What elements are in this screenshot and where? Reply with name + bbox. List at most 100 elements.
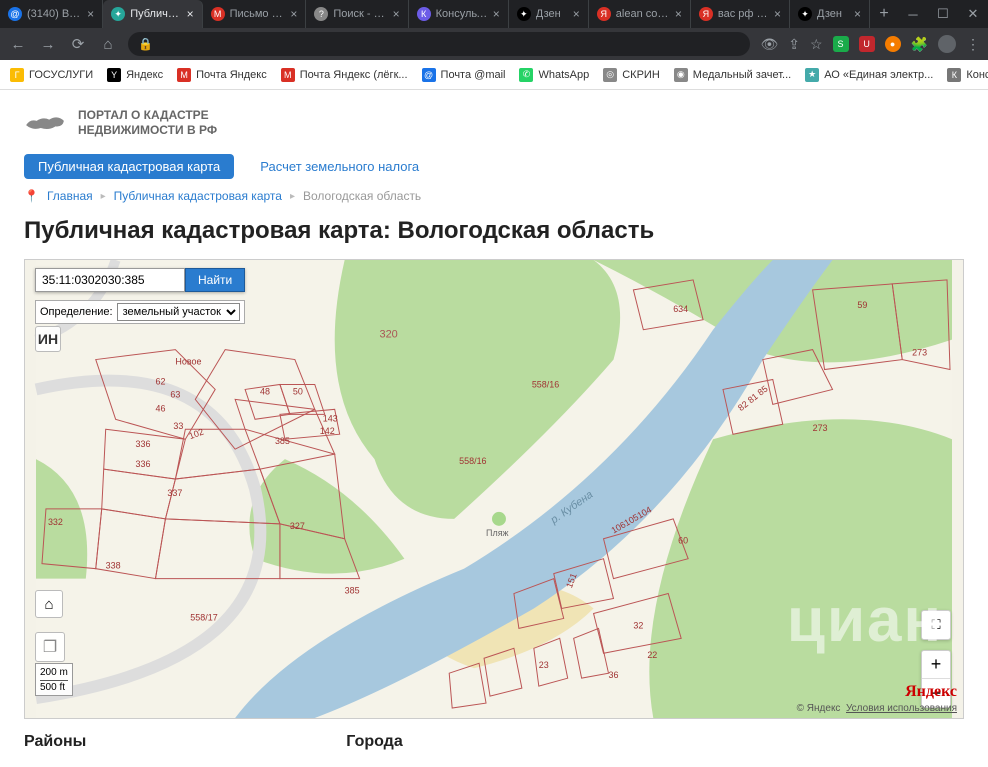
svg-text:338: 338	[106, 561, 121, 571]
back-button[interactable]: ←	[8, 36, 28, 53]
kebab-menu[interactable]: ⋮	[966, 36, 980, 53]
search-button[interactable]: Найти	[185, 268, 245, 292]
profile-avatar[interactable]	[938, 35, 956, 53]
nav-tax[interactable]: Расчет земельного налога	[246, 154, 433, 179]
terms-link[interactable]: Условия использования	[846, 703, 957, 714]
tab-favicon: ?	[314, 7, 328, 21]
breadcrumb: 📍 Главная ▸ Публичная кадастровая карта …	[24, 189, 964, 203]
tab-close-icon[interactable]: ×	[187, 7, 194, 21]
cities-heading: Города	[346, 733, 402, 751]
tab-close-icon[interactable]: ×	[854, 7, 861, 21]
map-info-button[interactable]: ИН	[35, 326, 61, 352]
tab-close-icon[interactable]: ×	[774, 7, 781, 21]
bookmark-label: Почта @mail	[441, 69, 506, 81]
address-bar[interactable]: 🔒	[128, 32, 750, 56]
svg-text:336: 336	[136, 459, 151, 469]
browser-tab[interactable]: ✦Публичн...×	[103, 0, 202, 28]
tab-label: Поиск - К...	[333, 8, 387, 20]
tab-label: Консульт...	[436, 8, 488, 20]
forward-button[interactable]: →	[38, 36, 58, 53]
bookmark-favicon: ★	[805, 68, 819, 82]
svg-text:336: 336	[136, 439, 151, 449]
eye-icon[interactable]: 👁	[760, 36, 778, 53]
bookmark-item[interactable]: MПочта Яндекс	[177, 68, 267, 82]
bookmark-item[interactable]: YЯндекс	[107, 68, 163, 82]
tab-close-icon[interactable]: ×	[675, 7, 682, 21]
extensions-icon[interactable]: 🧩	[911, 36, 928, 53]
portal-nav: Публичная кадастровая карта Расчет земел…	[24, 154, 964, 179]
page-content: ПОРТАЛ О КАДАСТРЕ НЕДВИЖИМОСТИ В РФ Публ…	[0, 90, 988, 763]
tab-favicon: @	[8, 7, 22, 21]
zoom-in-button[interactable]: +	[922, 651, 950, 679]
map-layers-button[interactable]: ❐	[35, 632, 65, 662]
home-button[interactable]: ⌂	[98, 36, 118, 53]
tab-close-icon[interactable]: ×	[393, 7, 400, 21]
svg-text:634: 634	[673, 304, 688, 314]
cadastral-map[interactable]: Новое 320 336 336 337 332 338 558/17 327…	[24, 259, 964, 719]
browser-tab[interactable]: MПисьмо «...×	[203, 0, 307, 28]
tab-close-icon[interactable]: ×	[493, 7, 500, 21]
bookmark-label: Почта Яндекс	[196, 69, 267, 81]
tab-label: Публичн...	[130, 8, 181, 20]
bookmark-item[interactable]: MПочта Яндекс (лёгк...	[281, 68, 408, 82]
svg-text:337: 337	[167, 488, 182, 498]
bookmark-label: ГОСУСЛУГИ	[29, 69, 93, 81]
bookmark-favicon: ✆	[519, 68, 533, 82]
svg-text:Новое: Новое	[175, 357, 201, 367]
browser-tab[interactable]: ✦Дзен×	[509, 0, 589, 28]
browser-tab[interactable]: Явас рф к...×	[691, 0, 790, 28]
nav-map[interactable]: Публичная кадастровая карта	[24, 154, 234, 179]
browser-tab[interactable]: ? Поиск - К... ×	[306, 0, 408, 28]
tab-close-icon[interactable]: ×	[290, 7, 297, 21]
portal-title: ПОРТАЛ О КАДАСТРЕ НЕДВИЖИМОСТИ В РФ	[78, 108, 217, 138]
yandex-logo: Яндекс	[905, 683, 957, 701]
browser-tab[interactable]: Яalean coll...×	[589, 0, 691, 28]
bookmark-item[interactable]: ◎СКРИН	[603, 68, 660, 82]
map-canvas[interactable]: Новое 320 336 336 337 332 338 558/17 327…	[25, 260, 963, 718]
bookmark-item[interactable]: @Почта @mail	[422, 68, 506, 82]
browser-tab[interactable]: @ (3140) Вх... ×	[0, 0, 103, 28]
definition-select[interactable]: земельный участок	[117, 303, 240, 321]
bookmark-item[interactable]: ✆ WhatsApp	[519, 68, 589, 82]
bookmark-favicon: ◉	[674, 68, 688, 82]
tab-label: alean coll...	[616, 8, 670, 20]
ext-red-icon[interactable]: U	[859, 36, 875, 52]
crumb-home[interactable]: Главная	[47, 189, 93, 203]
bookmark-item[interactable]: ГГОСУСЛУГИ	[10, 68, 93, 82]
close-window-button[interactable]: ✕	[958, 0, 988, 28]
bookmarks-bar: ГГОСУСЛУГИ YЯндекс MПочта Яндекс MПочта Янд…	[0, 60, 988, 90]
crumb-sep-icon: ▸	[290, 191, 295, 202]
page-title: Публичная кадастровая карта: Вологодская…	[24, 217, 964, 245]
ext-green-icon[interactable]: S	[833, 36, 849, 52]
browser-tab[interactable]: ККонсульт...×	[409, 0, 509, 28]
reload-button[interactable]: ⟳	[68, 35, 88, 53]
fullscreen-button[interactable]: ⛶	[921, 610, 951, 640]
minimize-button[interactable]: ─	[898, 0, 928, 28]
bookmark-item[interactable]: ★ АО «Единая электр...	[805, 68, 933, 82]
newtab-button[interactable]: +	[870, 0, 898, 28]
svg-text:60: 60	[678, 536, 688, 546]
maximize-button[interactable]: ☐	[928, 0, 958, 28]
svg-text:332: 332	[48, 517, 63, 527]
svg-text:23: 23	[539, 660, 549, 670]
svg-text:46: 46	[155, 403, 165, 413]
star-icon[interactable]: ☆	[810, 36, 823, 53]
bookmark-label: АО «Единая электр...	[824, 69, 933, 81]
section-headers: Районы Города	[24, 733, 964, 751]
share-icon[interactable]: ⇪	[788, 36, 800, 53]
bookmark-label: СКРИН	[622, 69, 660, 81]
cadastral-number-input[interactable]	[35, 268, 185, 292]
tab-close-icon[interactable]: ×	[573, 7, 580, 21]
svg-text:22: 22	[647, 650, 657, 660]
url-input[interactable]	[159, 37, 741, 51]
tab-close-icon[interactable]: ×	[87, 7, 94, 21]
bookmark-item[interactable]: ◉Медальный зачет...	[674, 68, 791, 82]
tab-label: (3140) Вх...	[27, 8, 82, 20]
crumb-map[interactable]: Публичная кадастровая карта	[114, 189, 282, 203]
bookmark-label: WhatsApp	[538, 69, 589, 81]
browser-tab[interactable]: ✦Дзен×	[790, 0, 870, 28]
bookmark-item[interactable]: ККонсультантПлюс...	[947, 68, 988, 82]
ext-orange-icon[interactable]: ●	[885, 36, 901, 52]
svg-text:327: 327	[290, 521, 305, 531]
map-home-button[interactable]: ⌂	[35, 590, 63, 618]
